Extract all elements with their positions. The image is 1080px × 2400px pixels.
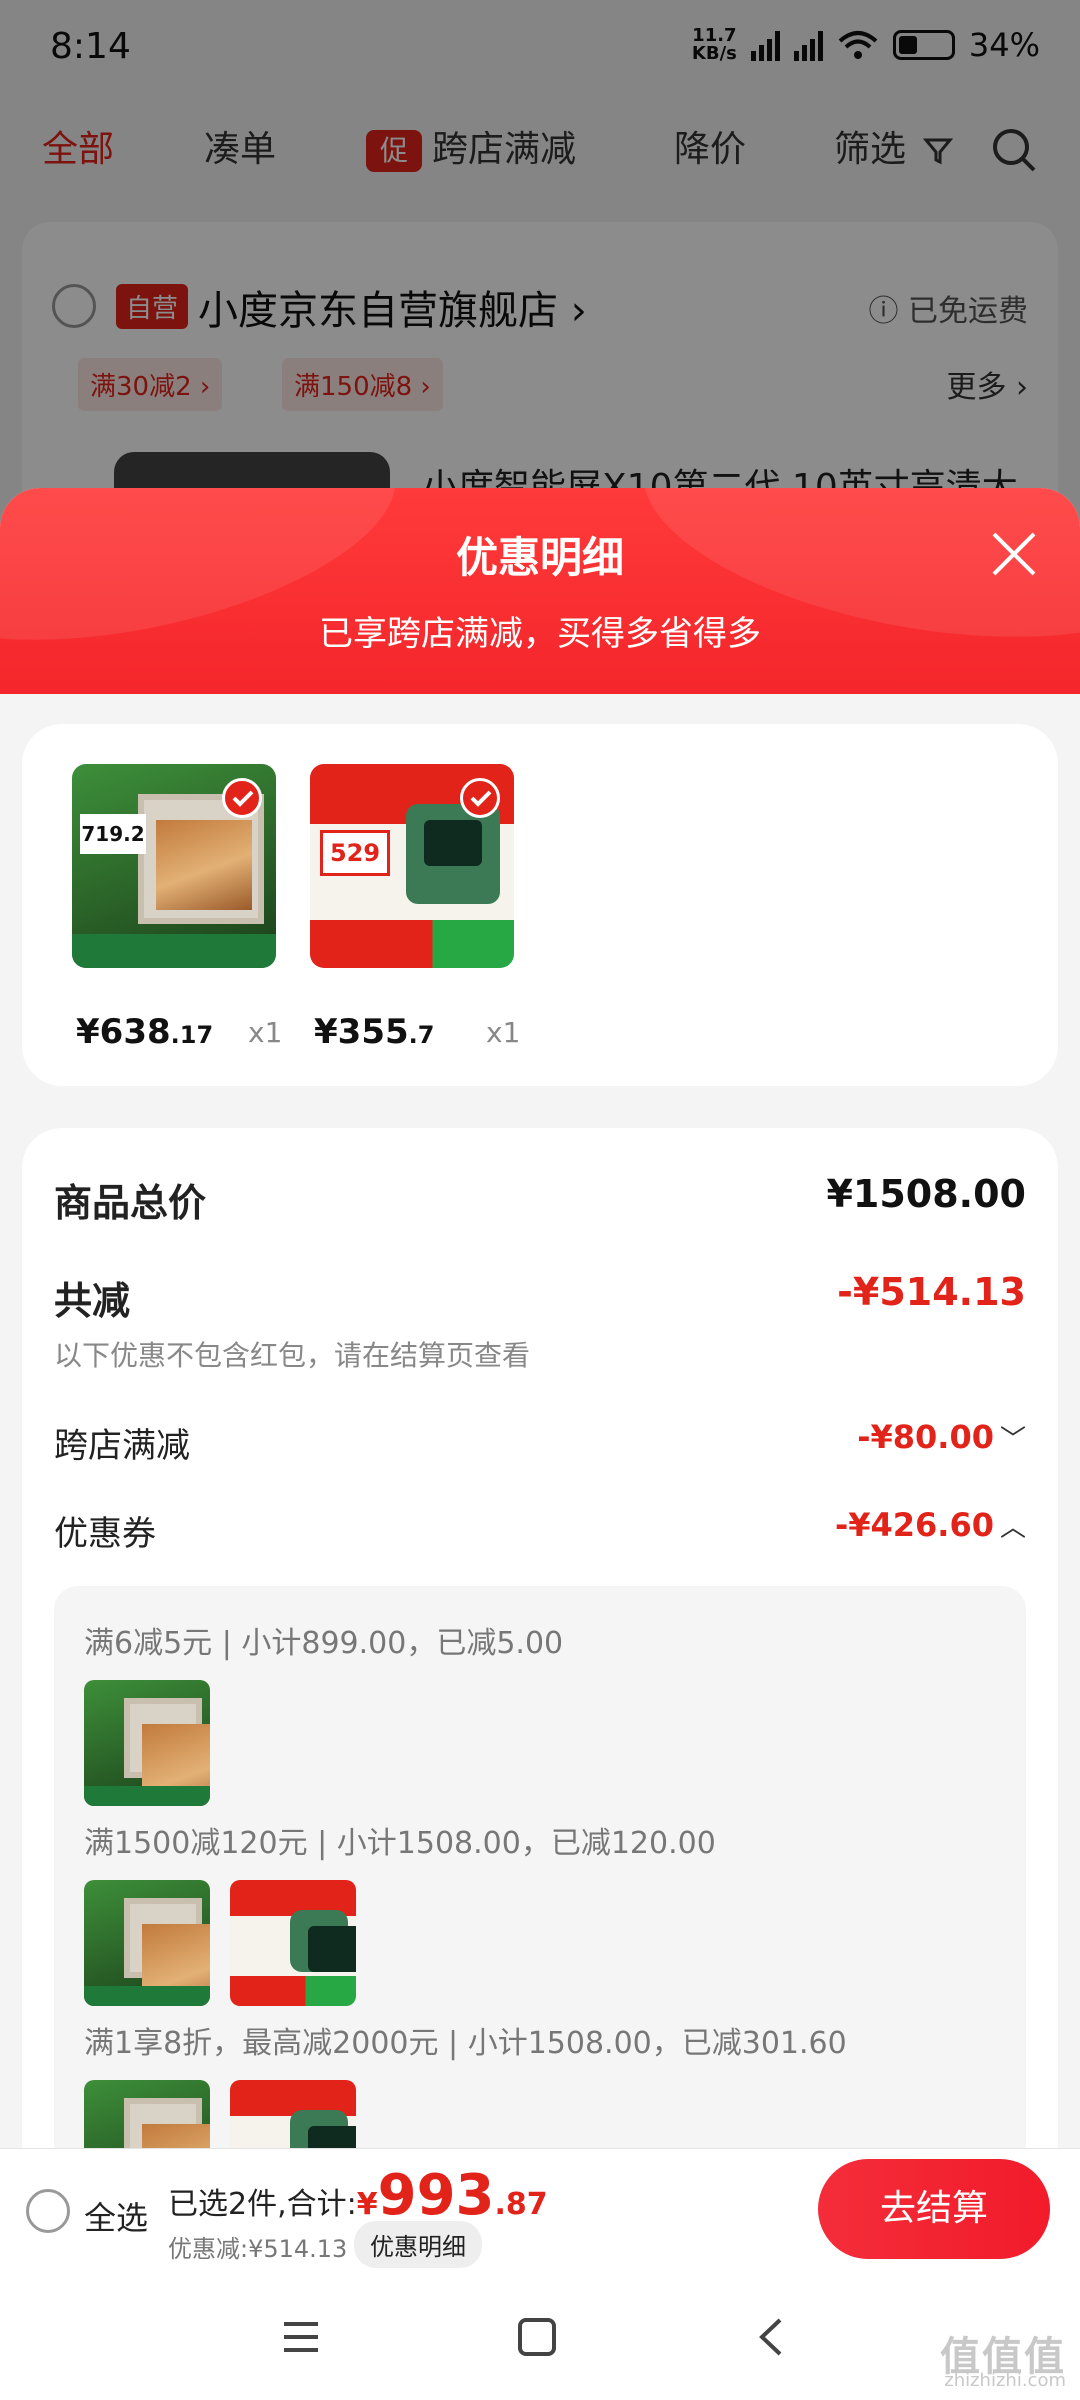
total-price-value: ¥1508.00 <box>826 1172 1026 1216</box>
order-total: 已选2件,合计:¥993.87 <box>168 2163 548 2228</box>
price-summary-card: 商品总价 ¥1508.00 共减 -¥514.13 以下优惠不包含红包，请在结算… <box>22 1128 1058 2148</box>
total-discount-value: -¥514.13 <box>837 1270 1026 1314</box>
sheet-title: 优惠明细 <box>455 533 624 582</box>
product-quantity: x1 <box>248 1016 283 1049</box>
checkout-bar: 全选 已选2件,合计:¥993.87 优惠减:¥514.13 优惠明细 去结算 <box>0 2148 1080 2274</box>
product-price: ¥355.7 <box>314 1012 435 1052</box>
selected-products-card: 719.2 ¥638.17 x1 529 ¥355.7 x1 <box>22 724 1058 1086</box>
product-thumbnail <box>230 2080 356 2148</box>
back-icon[interactable] <box>748 2312 798 2362</box>
sheet-subtitle: 已享跨店满减，买得多省得多 <box>319 614 761 654</box>
cross-store-row[interactable]: -¥80.00 ﹀ <box>857 1418 1026 1456</box>
total-discount-label: 共减 <box>54 1279 131 1323</box>
total-price-label: 商品总价 <box>54 1181 207 1225</box>
product-thumbnail <box>230 1880 356 2006</box>
saved-amount: 优惠减:¥514.13 <box>168 2235 348 2263</box>
checkout-button[interactable]: 去结算 <box>818 2159 1050 2259</box>
select-all-label[interactable]: 全选 <box>84 2193 148 2239</box>
cross-store-label: 跨店满减 <box>54 1426 190 1466</box>
product-price: ¥638.17 <box>76 1012 214 1052</box>
coupon-label: 优惠券 <box>54 1514 156 1554</box>
discount-detail-button[interactable]: 优惠明细 <box>354 2221 482 2268</box>
product-thumbnail <box>84 2080 210 2148</box>
system-nav-bar <box>0 2274 1080 2400</box>
check-icon <box>222 778 262 818</box>
chevron-down-icon: ﹀ <box>999 1425 1026 1455</box>
coupon-rule: 满6减5元 | 小计899.00，已减5.00 <box>84 1626 564 1661</box>
coupon-row[interactable]: -¥426.60 ︿ <box>835 1506 1026 1544</box>
discount-detail-sheet: 优惠明细 已享跨店满减，买得多省得多 719.2 ¥638.17 x1 529 … <box>0 488 1080 2148</box>
coupon-rule: 满1享8折，最高减2000元 | 小计1508.00，已减301.60 <box>84 2026 847 2061</box>
menu-icon[interactable] <box>276 2312 326 2362</box>
select-all-radio[interactable] <box>26 2189 70 2233</box>
coupon-rule: 满1500减120元 | 小计1508.00，已减120.00 <box>84 1826 716 1861</box>
home-icon[interactable] <box>512 2312 562 2362</box>
product-thumbnail <box>84 1880 210 2006</box>
watermark-url: zhizhizhi.com <box>944 2370 1066 2391</box>
sheet-header: 优惠明细 已享跨店满减，买得多省得多 <box>0 488 1080 694</box>
product-quantity: x1 <box>486 1016 521 1049</box>
chevron-up-icon: ︿ <box>999 1513 1026 1543</box>
close-icon[interactable] <box>988 528 1040 580</box>
product-image[interactable]: 719.2 <box>72 764 276 968</box>
coupon-breakdown: 满6减5元 | 小计899.00，已减5.00 满1500减120元 | 小计1… <box>54 1586 1026 2148</box>
product-thumbnail <box>84 1680 210 1806</box>
product-image[interactable]: 529 <box>310 764 514 968</box>
discount-note: 以下优惠不包含红包，请在结算页查看 <box>54 1339 531 1372</box>
check-icon <box>460 778 500 818</box>
